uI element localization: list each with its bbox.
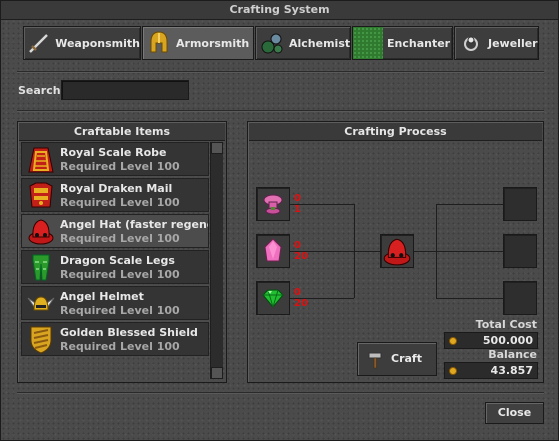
tab-enchanter[interactable]: Enchanter <box>352 26 453 60</box>
item-name: Golden Blessed Shield <box>60 326 198 339</box>
royal-robe-icon <box>26 144 56 174</box>
list-item[interactable]: Angel Hat (faster regeneration) Required… <box>21 214 209 248</box>
tab-jeweller[interactable]: Jeweller <box>454 26 539 60</box>
balance-value: 43.857 <box>444 362 538 379</box>
red-hat-icon <box>26 216 56 246</box>
divider <box>17 392 544 394</box>
pink-mushroom-icon <box>257 194 289 223</box>
window-title: Crafting System <box>1 1 558 20</box>
search-input[interactable] <box>61 80 189 100</box>
tab-alchemist[interactable]: Alchemist <box>255 26 351 60</box>
item-level: Required Level 100 <box>60 304 180 317</box>
item-level: Required Level 100 <box>60 196 180 209</box>
item-level: Required Level 100 <box>60 160 180 173</box>
tab-label: Jeweller <box>488 36 538 50</box>
list-item[interactable]: Angel Helmet Required Level 100 <box>21 286 209 320</box>
list-item[interactable]: Golden Blessed Shield Required Level 100 <box>21 322 209 356</box>
craft-button[interactable]: Craft <box>357 342 437 376</box>
close-button[interactable]: Close <box>485 402 544 424</box>
tab-weaponsmith[interactable]: Weaponsmith <box>23 26 141 60</box>
connector-line <box>436 204 503 205</box>
list-item[interactable]: Royal Scale Robe Required Level 100 <box>21 142 209 176</box>
item-level: Required Level 100 <box>60 232 180 245</box>
coin-icon <box>449 367 457 375</box>
potion-icon <box>259 28 285 58</box>
tab-label: Alchemist <box>289 36 351 50</box>
balance-amount: 43.857 <box>490 364 533 377</box>
scroll-down-button[interactable] <box>211 367 223 379</box>
pink-crystal-icon <box>257 238 289 270</box>
connector-line <box>414 251 503 252</box>
gem-ring-icon <box>458 28 484 58</box>
ingredient-need: 20 <box>294 298 308 309</box>
total-cost-label: Total Cost <box>475 318 537 331</box>
output-slot[interactable] <box>503 187 537 221</box>
item-level: Required Level 100 <box>60 268 180 281</box>
item-name: Royal Draken Mail <box>60 182 173 195</box>
crafting-window: Crafting System Weaponsmith Armorsmith A… <box>0 0 559 441</box>
list-item[interactable]: Royal Draken Mail Required Level 100 <box>21 178 209 212</box>
total-cost-value: 500.000 <box>444 332 538 349</box>
grass-icon <box>353 27 383 59</box>
output-slot[interactable] <box>503 281 537 315</box>
tab-label: Weaponsmith <box>55 36 140 50</box>
output-slot[interactable] <box>503 234 537 268</box>
ingredient-have: 0 <box>294 287 301 298</box>
divider <box>17 110 544 112</box>
result-slot[interactable] <box>380 234 414 268</box>
green-gem-icon <box>257 289 289 317</box>
search-label: Search <box>18 84 61 97</box>
total-cost-amount: 500.000 <box>482 334 533 347</box>
red-hat-icon <box>381 238 413 270</box>
tab-label: Armorsmith <box>176 36 250 50</box>
draken-mail-icon <box>26 180 56 210</box>
item-name: Royal Scale Robe <box>60 146 167 159</box>
ingredient-need: 1 <box>294 204 301 215</box>
ingredient-need: 20 <box>294 251 308 262</box>
ingredient-have: 0 <box>294 240 301 251</box>
ingredient-slot[interactable] <box>256 281 290 315</box>
connector-line <box>436 298 503 299</box>
list-scrollbar[interactable] <box>210 142 223 379</box>
item-name: Angel Hat (faster regeneration) <box>60 218 208 231</box>
balance-label: Balance <box>488 348 537 361</box>
winged-helmet-icon <box>26 288 56 318</box>
scroll-up-button[interactable] <box>211 142 223 154</box>
item-name: Angel Helmet <box>60 290 144 303</box>
panel-title: Crafting Process <box>249 123 542 141</box>
tab-armorsmith[interactable]: Armorsmith <box>142 26 254 60</box>
ingredient-slot[interactable] <box>256 187 290 221</box>
ingredient-have: 0 <box>294 193 301 204</box>
golden-helmet-icon <box>146 28 172 58</box>
green-legs-icon <box>26 252 56 282</box>
item-name: Dragon Scale Legs <box>60 254 175 267</box>
ingredient-slot[interactable] <box>256 234 290 268</box>
craftable-items-panel: Craftable Items Royal Scale Robe Require… <box>17 121 227 383</box>
sword-icon <box>27 28 51 58</box>
golden-shield-icon <box>26 324 56 354</box>
tab-label: Enchanter <box>387 36 451 50</box>
profession-tabs: Weaponsmith Armorsmith Alchemist Enchant… <box>23 26 539 62</box>
hammer-icon <box>366 350 384 382</box>
craft-label: Craft <box>391 352 422 365</box>
list-item[interactable]: Dragon Scale Legs Required Level 100 <box>21 250 209 284</box>
panel-title: Craftable Items <box>19 123 225 141</box>
divider <box>17 71 544 73</box>
coin-icon <box>449 337 457 345</box>
item-level: Required Level 100 <box>60 340 180 353</box>
